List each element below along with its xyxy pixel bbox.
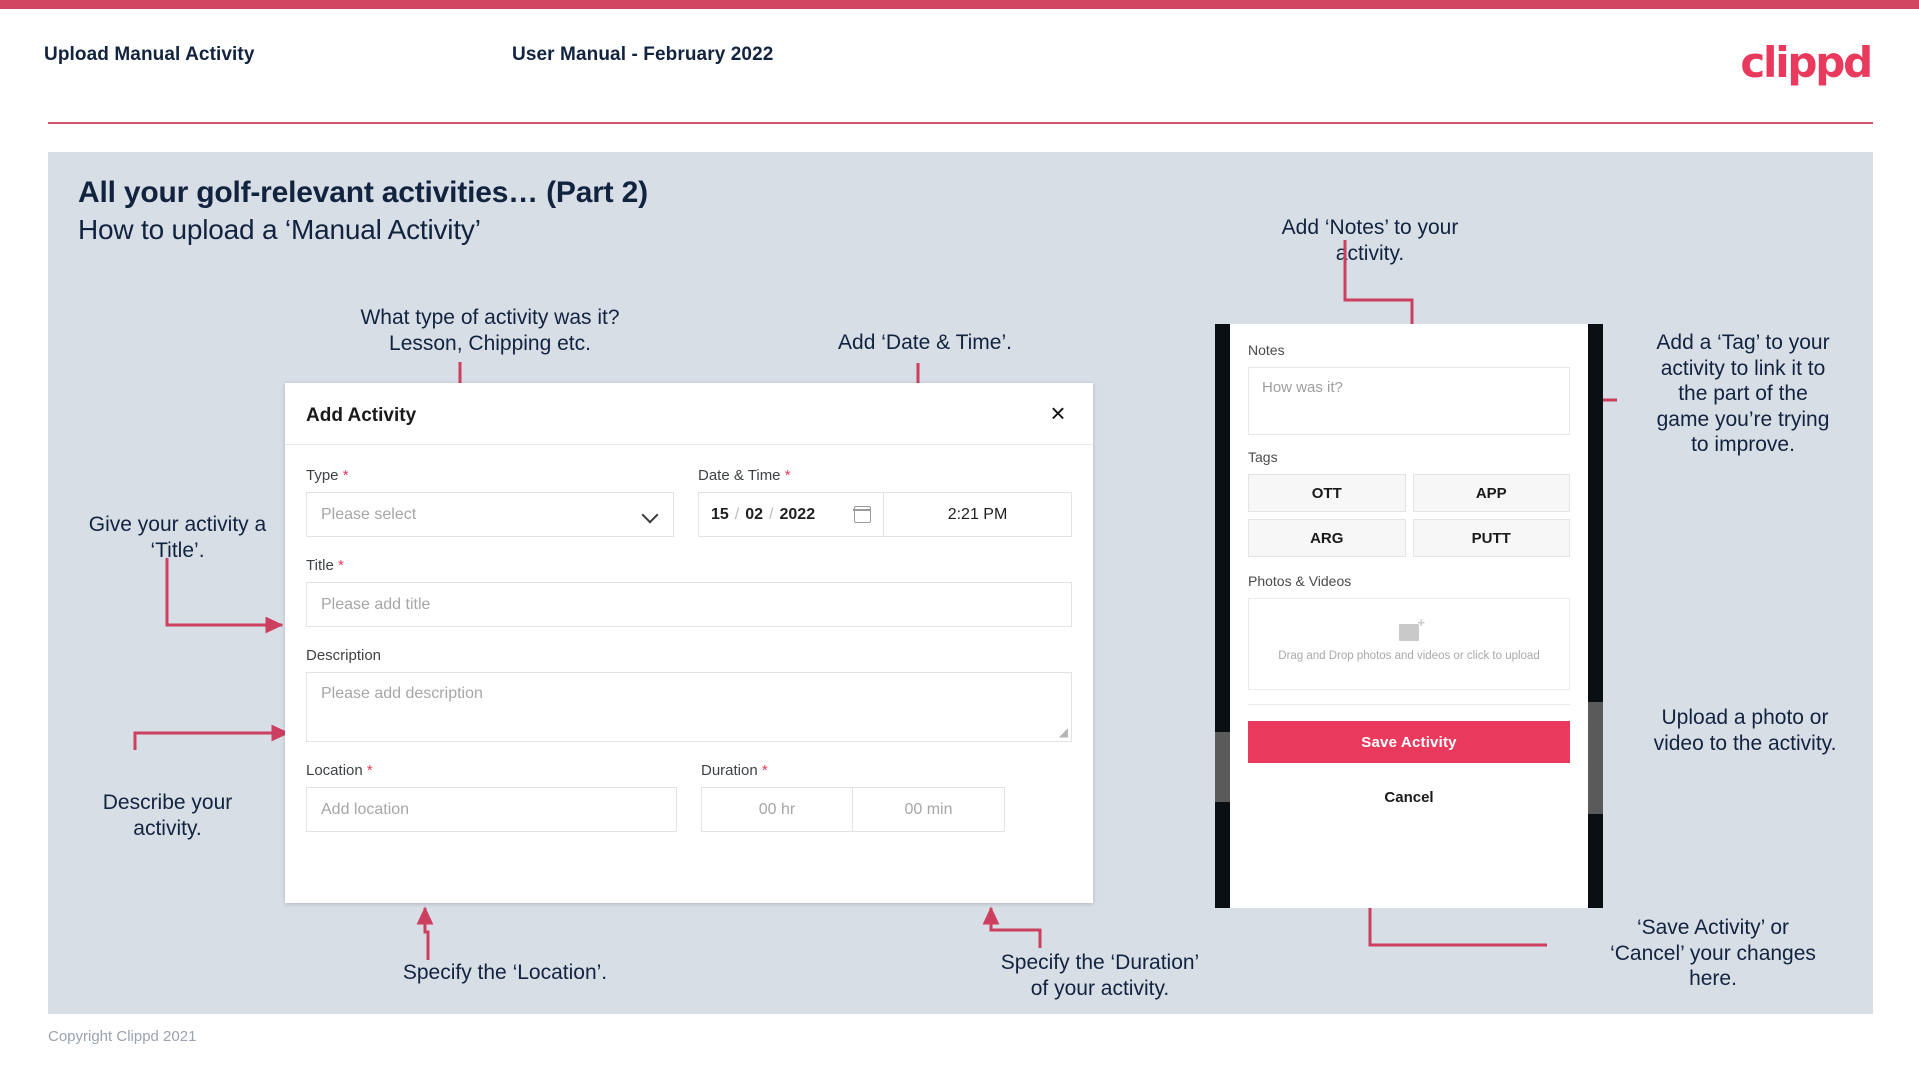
page-title: Upload Manual Activity xyxy=(44,44,255,65)
duration-label: Duration * xyxy=(701,762,1072,779)
phone-mockup: Notes How was it? Tags OTT APP ARG PUTT … xyxy=(1215,324,1603,908)
duration-required-marker: * xyxy=(761,762,768,779)
tags-label: Tags xyxy=(1248,449,1278,465)
annotation-photos: Upload a photo or video to the activity. xyxy=(1653,706,1837,755)
description-label: Description xyxy=(306,647,382,664)
type-label-text: Type xyxy=(306,467,339,484)
location-label: Location * xyxy=(306,762,677,779)
header-subtitle: User Manual - February 2022 xyxy=(512,44,774,65)
close-icon[interactable]: × xyxy=(1043,399,1073,429)
description-placeholder: Please add description xyxy=(321,685,483,702)
type-required-marker: * xyxy=(342,467,349,484)
slide-title: All your golf-relevant activities… (Part… xyxy=(78,176,648,209)
tag-button-app[interactable]: APP xyxy=(1412,474,1570,512)
row-type-datetime: Type * Please select Date & Time * 15 / xyxy=(306,467,1072,537)
save-activity-button[interactable]: Save Activity xyxy=(1248,721,1570,763)
duration-minutes-input[interactable]: 00 min xyxy=(853,787,1005,832)
row-location-duration: Location * Add location Duration * 00 hr… xyxy=(306,762,1072,832)
phone-divider xyxy=(1248,704,1570,705)
tag-button-arg[interactable]: ARG xyxy=(1248,519,1406,557)
phone-side-button-left xyxy=(1215,732,1230,802)
type-select[interactable]: Please select xyxy=(306,492,674,537)
annotation-title: Give your activity a ‘Title’. xyxy=(88,513,267,562)
annotation-notes: Add ‘Notes’ to your activity. xyxy=(1281,216,1459,265)
resize-handle-icon[interactable]: ◢ xyxy=(1059,725,1068,739)
date-sep-2: / xyxy=(769,505,774,523)
location-field-group: Location * Add location xyxy=(306,762,677,832)
date-month: 02 xyxy=(745,505,764,523)
datetime-label-text: Date & Time xyxy=(698,467,781,484)
location-required-marker: * xyxy=(366,762,373,779)
dialog-header: Add Activity × xyxy=(285,383,1093,445)
clippd-logo: clippd xyxy=(1740,38,1873,87)
tag-button-ott[interactable]: OTT xyxy=(1248,474,1406,512)
top-accent-bar xyxy=(0,0,1919,9)
annotation-type: What type of activity was it? Lesson, Ch… xyxy=(360,306,620,355)
title-input[interactable]: Please add title xyxy=(306,582,1072,627)
date-year: 2022 xyxy=(779,505,816,523)
annotation-tags: Add a ‘Tag’ to your activity to link it … xyxy=(1656,331,1830,457)
header-divider xyxy=(48,122,1873,124)
dialog-title: Add Activity xyxy=(306,405,417,426)
title-field-group: Title * Please add title xyxy=(306,557,1072,627)
annotation-location: Specify the ‘Location’. xyxy=(402,961,608,984)
upload-instructions: Drag and Drop photos and videos or click… xyxy=(1278,649,1540,662)
slide-subtitle: How to upload a ‘Manual Activity’ xyxy=(78,214,481,245)
phone-screen: Notes How was it? Tags OTT APP ARG PUTT … xyxy=(1230,324,1588,908)
tags-grid: OTT APP ARG PUTT xyxy=(1248,474,1570,557)
datetime-required-marker: * xyxy=(784,467,791,484)
location-label-text: Location xyxy=(306,762,363,779)
datetime-label: Date & Time * xyxy=(698,467,1072,484)
type-label: Type * xyxy=(306,467,674,484)
datetime-field-group: Date & Time * 15 / 02 / 2022 2:21 PM xyxy=(698,467,1072,537)
annotation-datetime: Add ‘Date & Time’. xyxy=(838,331,1012,354)
title-label-text: Title xyxy=(306,557,334,574)
photo-upload-dropzone[interactable]: Drag and Drop photos and videos or click… xyxy=(1248,598,1570,690)
type-field-group: Type * Please select xyxy=(306,467,674,537)
duration-label-text: Duration xyxy=(701,762,758,779)
add-activity-dialog: Add Activity × Type * Please select Date… xyxy=(285,383,1093,903)
description-textarea[interactable]: Please add description ◢ xyxy=(306,672,1072,742)
notes-label: Notes xyxy=(1248,342,1285,358)
notes-input[interactable]: How was it? xyxy=(1248,367,1570,435)
location-input[interactable]: Add location xyxy=(306,787,677,832)
time-input[interactable]: 2:21 PM xyxy=(884,492,1072,537)
date-sep-1: / xyxy=(734,505,740,523)
type-placeholder: Please select xyxy=(321,505,417,523)
calendar-icon[interactable] xyxy=(853,506,871,523)
phone-side-button-right xyxy=(1588,702,1603,814)
tag-button-putt[interactable]: PUTT xyxy=(1412,519,1570,557)
chevron-down-icon xyxy=(643,507,659,523)
title-label: Title * xyxy=(306,557,1072,574)
date-day: 15 xyxy=(711,505,729,523)
annotation-duration: Specify the ‘Duration’ of your activity. xyxy=(1000,951,1200,1000)
title-required-marker: * xyxy=(337,557,344,574)
image-add-icon xyxy=(1399,615,1425,641)
duration-inputs: 00 hr 00 min xyxy=(701,787,1072,832)
datetime-inputs: 15 / 02 / 2022 2:21 PM xyxy=(698,492,1072,537)
cancel-button[interactable]: Cancel xyxy=(1248,789,1570,806)
footer-copyright: Copyright Clippd 2021 xyxy=(48,1028,197,1045)
duration-hours-input[interactable]: 00 hr xyxy=(701,787,853,832)
date-input[interactable]: 15 / 02 / 2022 xyxy=(698,492,884,537)
photos-label: Photos & Videos xyxy=(1248,573,1352,589)
description-field-group: Description Please add description ◢ xyxy=(306,647,1072,742)
annotation-description: Describe your activity. xyxy=(102,791,233,840)
duration-field-group: Duration * 00 hr 00 min xyxy=(701,762,1072,832)
annotation-save: ‘Save Activity’ or ‘Cancel’ your changes… xyxy=(1610,916,1816,991)
dialog-body: Type * Please select Date & Time * 15 / xyxy=(285,445,1093,832)
